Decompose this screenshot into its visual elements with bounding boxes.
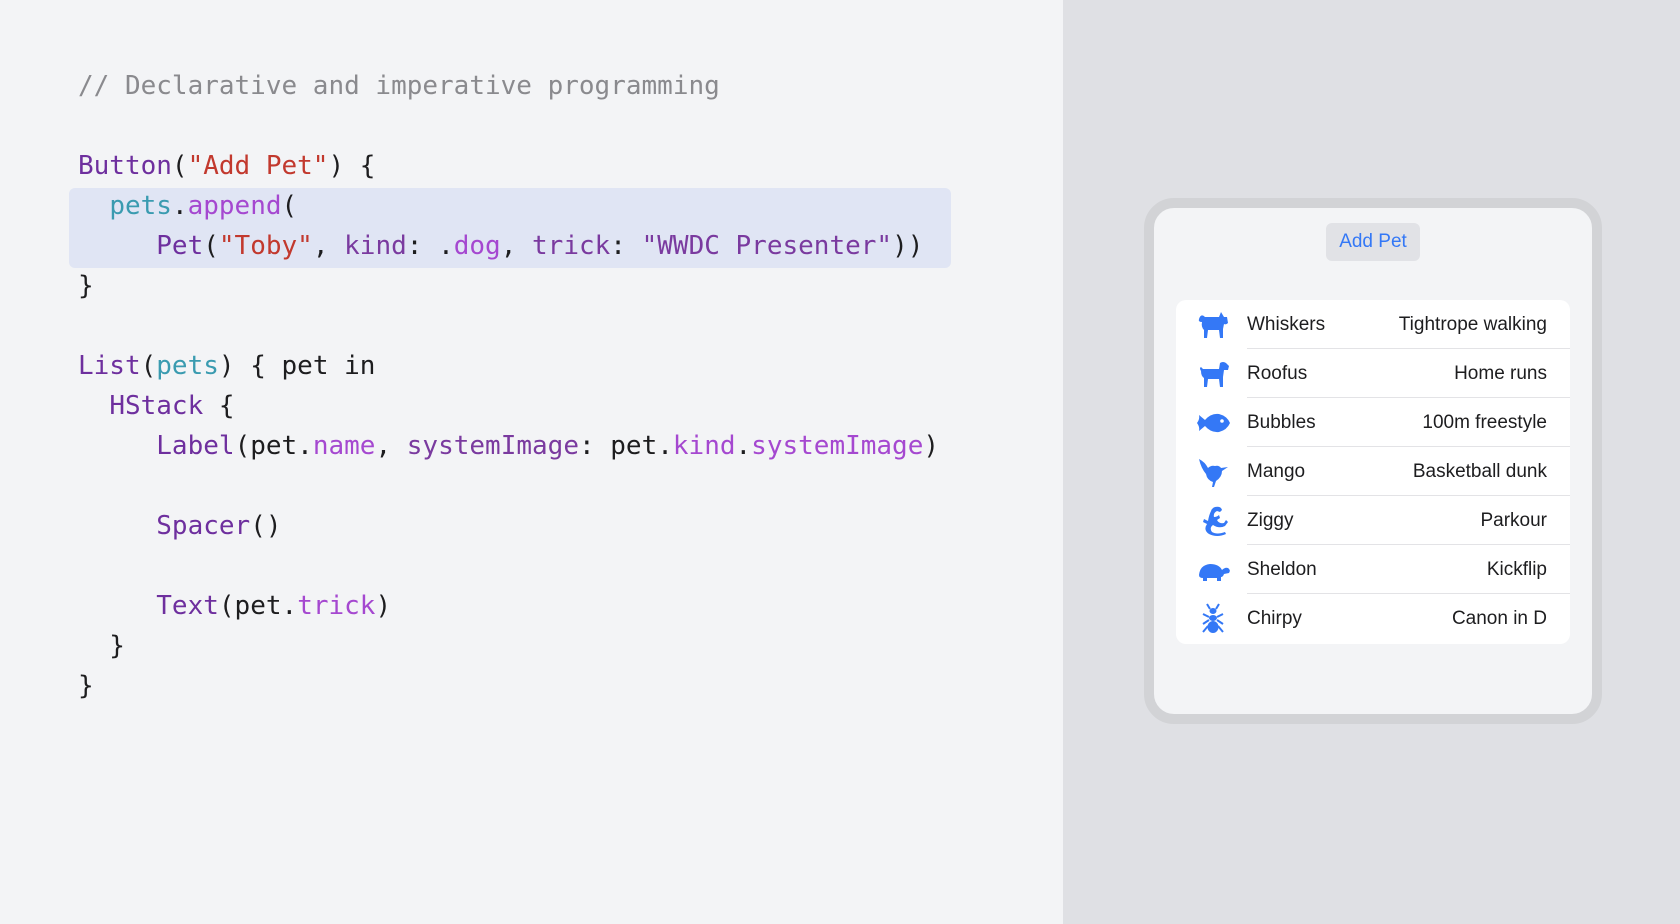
pet-row[interactable]: Chirpy Canon in D — [1176, 594, 1570, 643]
code-line: Label(pet.name, systemImage: pet.kind.sy… — [78, 426, 939, 466]
pet-row[interactable]: Whiskers Tightrope walking — [1176, 300, 1570, 349]
add-pet-button[interactable]: Add Pet — [1326, 223, 1420, 261]
code-token: } — [78, 631, 125, 661]
code-line: } — [78, 626, 125, 666]
pet-row[interactable]: Mango Basketball dunk — [1176, 447, 1570, 496]
pet-trick: Canon in D — [1451, 608, 1547, 629]
pet-name: Ziggy — [1247, 510, 1294, 531]
code-line: } — [78, 666, 94, 706]
code-token: "WWDC Presenter" — [641, 231, 893, 261]
code-token: ( — [140, 351, 157, 381]
code-token: (pet. — [234, 431, 313, 461]
pet-trick: Tightrope walking — [1398, 314, 1547, 335]
code-block: // Declarative and imperative programmin… — [0, 0, 939, 701]
code-line: List(pets) { pet in — [78, 346, 375, 386]
code-token: pets — [156, 351, 219, 381]
pet-name: Chirpy — [1247, 608, 1302, 629]
code-token: ) { — [328, 151, 376, 181]
code-token: : . — [406, 231, 454, 261]
lizard-icon — [1195, 505, 1231, 537]
code-line: } — [78, 266, 94, 306]
pet-row[interactable]: Roofus Home runs — [1176, 349, 1570, 398]
code-token: ( — [281, 191, 298, 221]
pet-name: Bubbles — [1247, 412, 1316, 433]
code-token: pets — [109, 191, 172, 221]
pet-name: Roofus — [1247, 363, 1308, 384]
bird-icon — [1195, 456, 1231, 488]
code-token: trick — [297, 591, 376, 621]
code-token: , — [500, 231, 533, 261]
code-token: , — [375, 431, 407, 461]
code-pane: // Declarative and imperative programmin… — [0, 0, 1063, 924]
code-token: Label — [156, 431, 235, 461]
pet-name: Whiskers — [1247, 314, 1326, 335]
code-token: "Add Pet" — [187, 151, 329, 181]
code-token: ) { pet in — [218, 351, 376, 381]
code-token: append — [187, 191, 282, 221]
code-token: : — [610, 231, 642, 261]
code-token: : pet. — [578, 431, 673, 461]
code-token: )) — [892, 231, 924, 261]
code-token: kind — [344, 231, 407, 261]
code-token: systemImage — [406, 431, 579, 461]
code-token: name — [312, 431, 376, 461]
code-token: (pet. — [218, 591, 298, 621]
code-token: } — [78, 671, 94, 701]
pet-row[interactable]: Ziggy Parkour — [1176, 496, 1570, 545]
code-token: "Toby" — [218, 231, 313, 261]
code-token: trick — [532, 231, 611, 261]
fish-icon — [1195, 407, 1231, 439]
code-token: { — [203, 391, 235, 421]
code-token: () — [250, 511, 282, 541]
tortoise-icon — [1195, 554, 1231, 586]
pet-trick: 100m freestyle — [1422, 412, 1547, 433]
code-line: Text(pet.trick) — [78, 586, 391, 626]
code-token: dog — [453, 231, 501, 261]
code-token: ( — [171, 151, 188, 181]
ant-icon — [1195, 603, 1231, 635]
code-token: kind — [672, 431, 736, 461]
code-token: Text — [156, 591, 219, 621]
pet-trick: Kickflip — [1486, 559, 1547, 580]
code-token: ) — [923, 431, 940, 461]
pet-trick: Home runs — [1454, 363, 1547, 384]
pet-row[interactable]: Sheldon Kickflip — [1176, 545, 1570, 594]
code-token: , — [312, 231, 345, 261]
code-token: systemImage — [751, 431, 924, 461]
pet-name: Sheldon — [1247, 559, 1317, 580]
code-line: pets.append( — [78, 186, 297, 226]
code-token: Pet — [156, 231, 204, 261]
code-token: Spacer — [156, 511, 251, 541]
cat-icon — [1195, 309, 1231, 341]
code-token: ) — [375, 591, 392, 621]
device-preview: Add Pet Whiskers Tightrope walking Roofus H… — [1144, 198, 1602, 724]
code-line: HStack { — [78, 386, 235, 426]
code-token: HStack — [109, 391, 204, 421]
dog-icon — [1195, 358, 1231, 390]
pet-row[interactable]: Bubbles 100m freestyle — [1176, 398, 1570, 447]
code-token: Button — [78, 151, 172, 181]
pet-list: Whiskers Tightrope walking Roofus Home runs… — [1176, 300, 1570, 644]
pet-trick: Basketball dunk — [1412, 461, 1547, 482]
code-token: List — [78, 351, 141, 381]
pet-trick: Parkour — [1480, 510, 1547, 531]
code-line: Pet("Toby", kind: .dog, trick: "WWDC Pre… — [78, 226, 923, 266]
code-line: Button("Add Pet") { — [78, 146, 375, 186]
code-line: Spacer() — [78, 506, 282, 546]
code-token: . — [735, 431, 752, 461]
code-token: } — [78, 271, 94, 301]
code-comment: // Declarative and imperative programmin… — [78, 71, 720, 101]
code-token: ( — [203, 231, 219, 261]
pet-name: Mango — [1247, 461, 1306, 482]
code-token: . — [171, 191, 188, 221]
